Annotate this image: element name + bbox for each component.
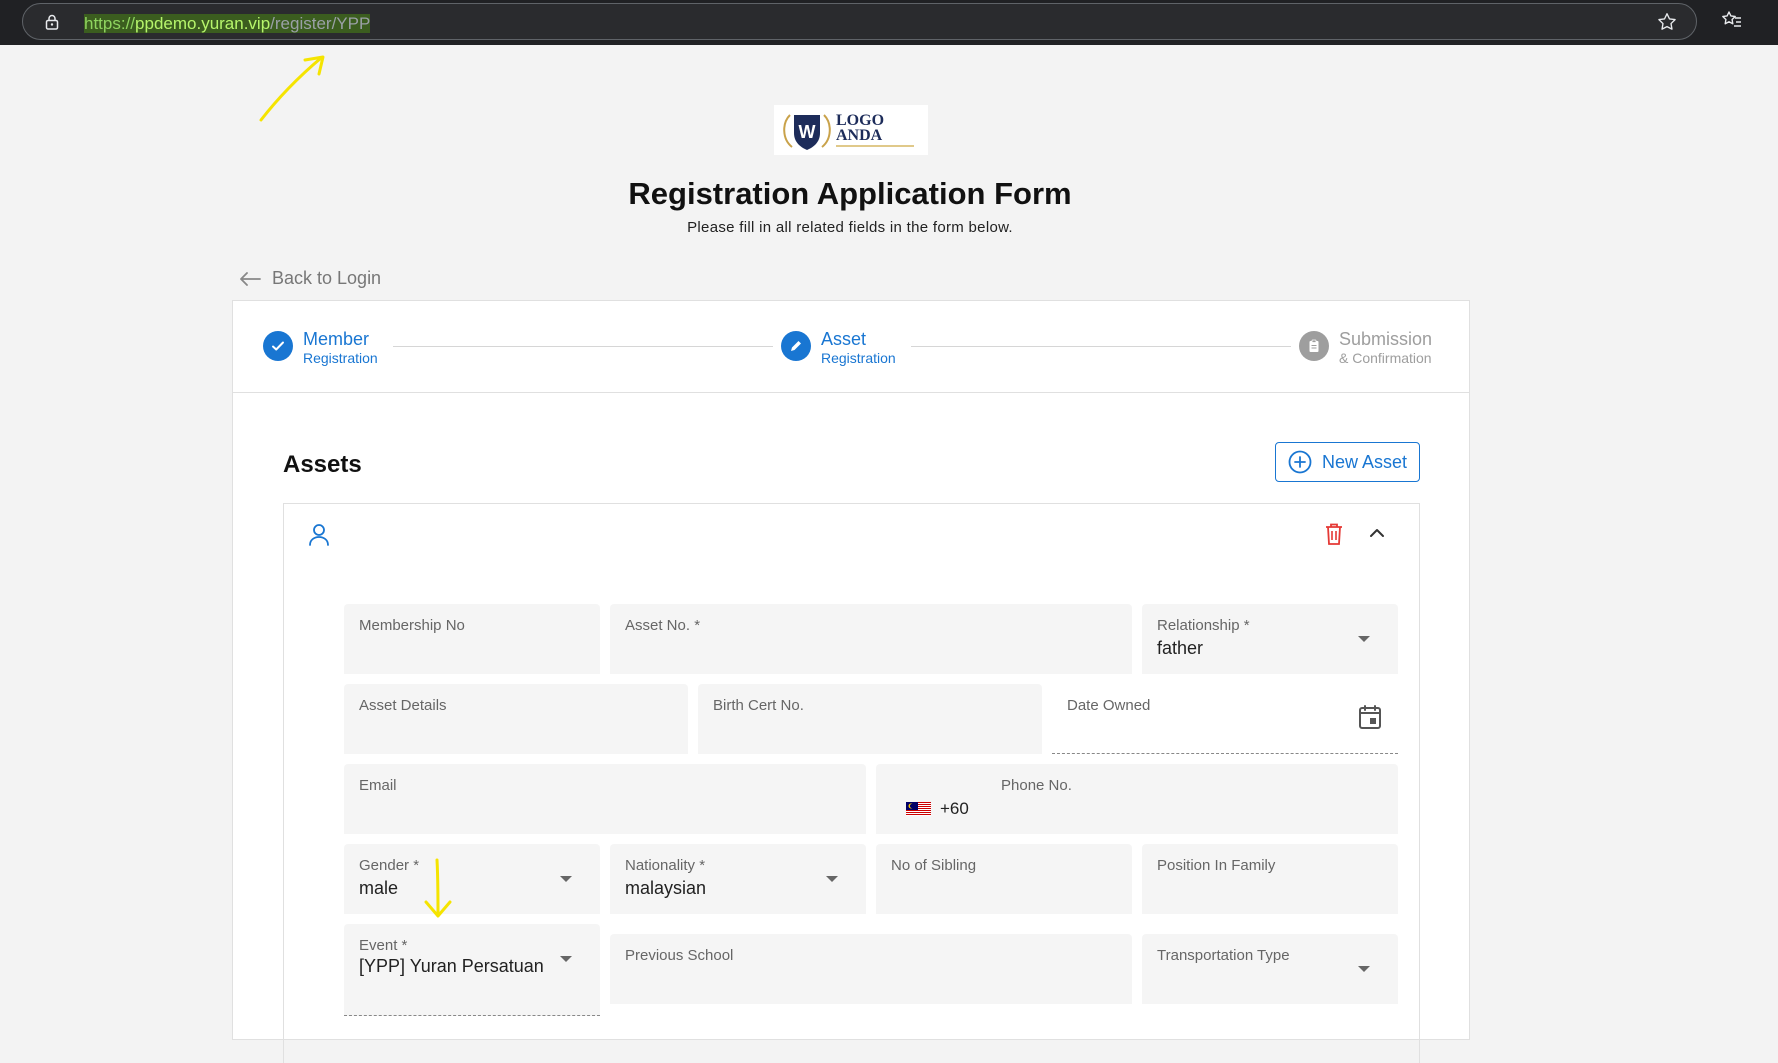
nationality-select[interactable]: Nationality * malaysian bbox=[610, 844, 866, 914]
annotation-arrow-down-icon bbox=[424, 858, 452, 918]
position-label: Position In Family bbox=[1157, 857, 1276, 874]
siblings-input[interactable]: No of Sibling bbox=[876, 844, 1132, 914]
asset-no-input[interactable]: Asset No. * bbox=[610, 604, 1132, 674]
birth-cert-label: Birth Cert No. bbox=[713, 697, 804, 714]
page-subtitle: Please fill in all related fields in the… bbox=[687, 219, 1013, 236]
email-input[interactable]: Email bbox=[344, 764, 866, 834]
dropdown-arrow-icon bbox=[560, 876, 572, 882]
page-title: Registration Application Form bbox=[628, 176, 1072, 211]
gender-select[interactable]: Gender * male bbox=[344, 844, 600, 914]
previous-school-input[interactable]: Previous School bbox=[610, 934, 1132, 1004]
arrow-left-icon bbox=[240, 271, 261, 286]
step-1-title: Member bbox=[303, 329, 370, 349]
step-submission[interactable]: Submission & Confirmation bbox=[1299, 329, 1432, 367]
url-domain: ppdemo.yuran.vip bbox=[135, 14, 271, 33]
url-path: /register/YPP bbox=[270, 14, 371, 33]
gender-label: Gender * bbox=[359, 857, 420, 874]
plus-circle-icon bbox=[1288, 450, 1312, 474]
relationship-label: Relationship * bbox=[1157, 617, 1250, 634]
url-proto: https:// bbox=[84, 14, 136, 33]
membership-no-label: Membership No bbox=[359, 617, 465, 634]
date-owned-label: Date Owned bbox=[1067, 697, 1151, 714]
step-3-title: Submission bbox=[1339, 329, 1433, 349]
bookmark-star-icon[interactable] bbox=[1656, 11, 1678, 33]
registration-card: Member Registration Asset Registration S… bbox=[232, 300, 1470, 1063]
organization-logo: W LOGO ANDA bbox=[774, 105, 928, 155]
phone-input[interactable]: Phone No. +60 bbox=[876, 764, 1398, 834]
step-member-registration[interactable]: Member Registration bbox=[263, 329, 378, 367]
pencil-icon bbox=[781, 331, 811, 361]
asset-details-label: Asset Details bbox=[359, 697, 447, 714]
check-icon bbox=[263, 331, 293, 361]
back-to-login-link[interactable]: Back to Login bbox=[238, 268, 381, 289]
dropdown-arrow-icon bbox=[826, 876, 838, 882]
url-text: https://ppdemo.yuran.vip/register/YPP bbox=[84, 14, 371, 34]
delete-icon[interactable] bbox=[1323, 522, 1345, 546]
new-asset-label: New Asset bbox=[1322, 451, 1408, 472]
step-asset-registration[interactable]: Asset Registration bbox=[781, 329, 896, 367]
step-connector bbox=[911, 346, 1291, 347]
date-owned-input[interactable]: Date Owned bbox=[1052, 684, 1398, 754]
calendar-icon[interactable] bbox=[1358, 704, 1382, 730]
asset-details-input[interactable]: Asset Details bbox=[344, 684, 688, 754]
transportation-label: Transportation Type bbox=[1157, 947, 1290, 964]
position-in-family-input[interactable]: Position In Family bbox=[1142, 844, 1398, 914]
nationality-value: malaysian bbox=[625, 878, 707, 898]
browser-toolbar: https://ppdemo.yuran.vip/register/YPP bbox=[0, 0, 1778, 45]
back-label: Back to Login bbox=[272, 268, 382, 288]
asset-panel: Membership No Asset No. * Relationship *… bbox=[283, 503, 1420, 1063]
phone-label: Phone No. bbox=[1001, 777, 1072, 794]
assets-heading: Assets bbox=[283, 451, 362, 478]
step-2-sub: Registration bbox=[821, 350, 896, 366]
event-label: Event * bbox=[359, 937, 408, 954]
previous-school-label: Previous School bbox=[625, 947, 734, 964]
phone-prefix: +60 bbox=[940, 799, 969, 818]
birth-cert-input[interactable]: Birth Cert No. bbox=[698, 684, 1042, 754]
stepper: Member Registration Asset Registration S… bbox=[233, 301, 1469, 393]
relationship-value: father bbox=[1157, 638, 1204, 658]
transportation-select[interactable]: Transportation Type bbox=[1142, 934, 1398, 1004]
address-bar[interactable]: https://ppdemo.yuran.vip/register/YPP bbox=[22, 3, 1697, 40]
email-label: Email bbox=[359, 777, 397, 794]
lock-icon bbox=[45, 14, 59, 30]
asset-no-label: Asset No. * bbox=[625, 617, 701, 634]
clipboard-icon bbox=[1299, 331, 1329, 361]
favorites-icon[interactable] bbox=[1720, 8, 1744, 32]
step-connector bbox=[393, 346, 773, 347]
siblings-label: No of Sibling bbox=[891, 857, 977, 874]
malaysia-flag-icon[interactable] bbox=[906, 802, 931, 816]
event-value: [YPP] Yuran Persatuan bbox=[359, 956, 544, 976]
user-icon bbox=[309, 524, 329, 546]
dropdown-arrow-icon bbox=[560, 956, 572, 962]
new-asset-button[interactable]: New Asset bbox=[1275, 442, 1420, 482]
annotation-arrow-icon bbox=[259, 55, 325, 122]
event-select[interactable]: Event * [YPP] Yuran Persatuan bbox=[344, 924, 600, 1016]
nationality-label: Nationality * bbox=[625, 857, 706, 874]
membership-no-input[interactable]: Membership No bbox=[344, 604, 600, 674]
step-1-sub: Registration bbox=[303, 350, 378, 366]
chevron-up-icon[interactable] bbox=[1368, 526, 1386, 540]
relationship-select[interactable]: Relationship * father bbox=[1142, 604, 1398, 674]
step-2-title: Asset bbox=[821, 329, 867, 349]
step-3-sub: & Confirmation bbox=[1339, 350, 1432, 366]
logo-text-2: ANDA bbox=[836, 127, 883, 144]
gender-value: male bbox=[359, 878, 399, 898]
dropdown-arrow-icon bbox=[1358, 966, 1370, 972]
dropdown-arrow-icon bbox=[1358, 636, 1370, 642]
svg-text:W: W bbox=[799, 122, 816, 142]
